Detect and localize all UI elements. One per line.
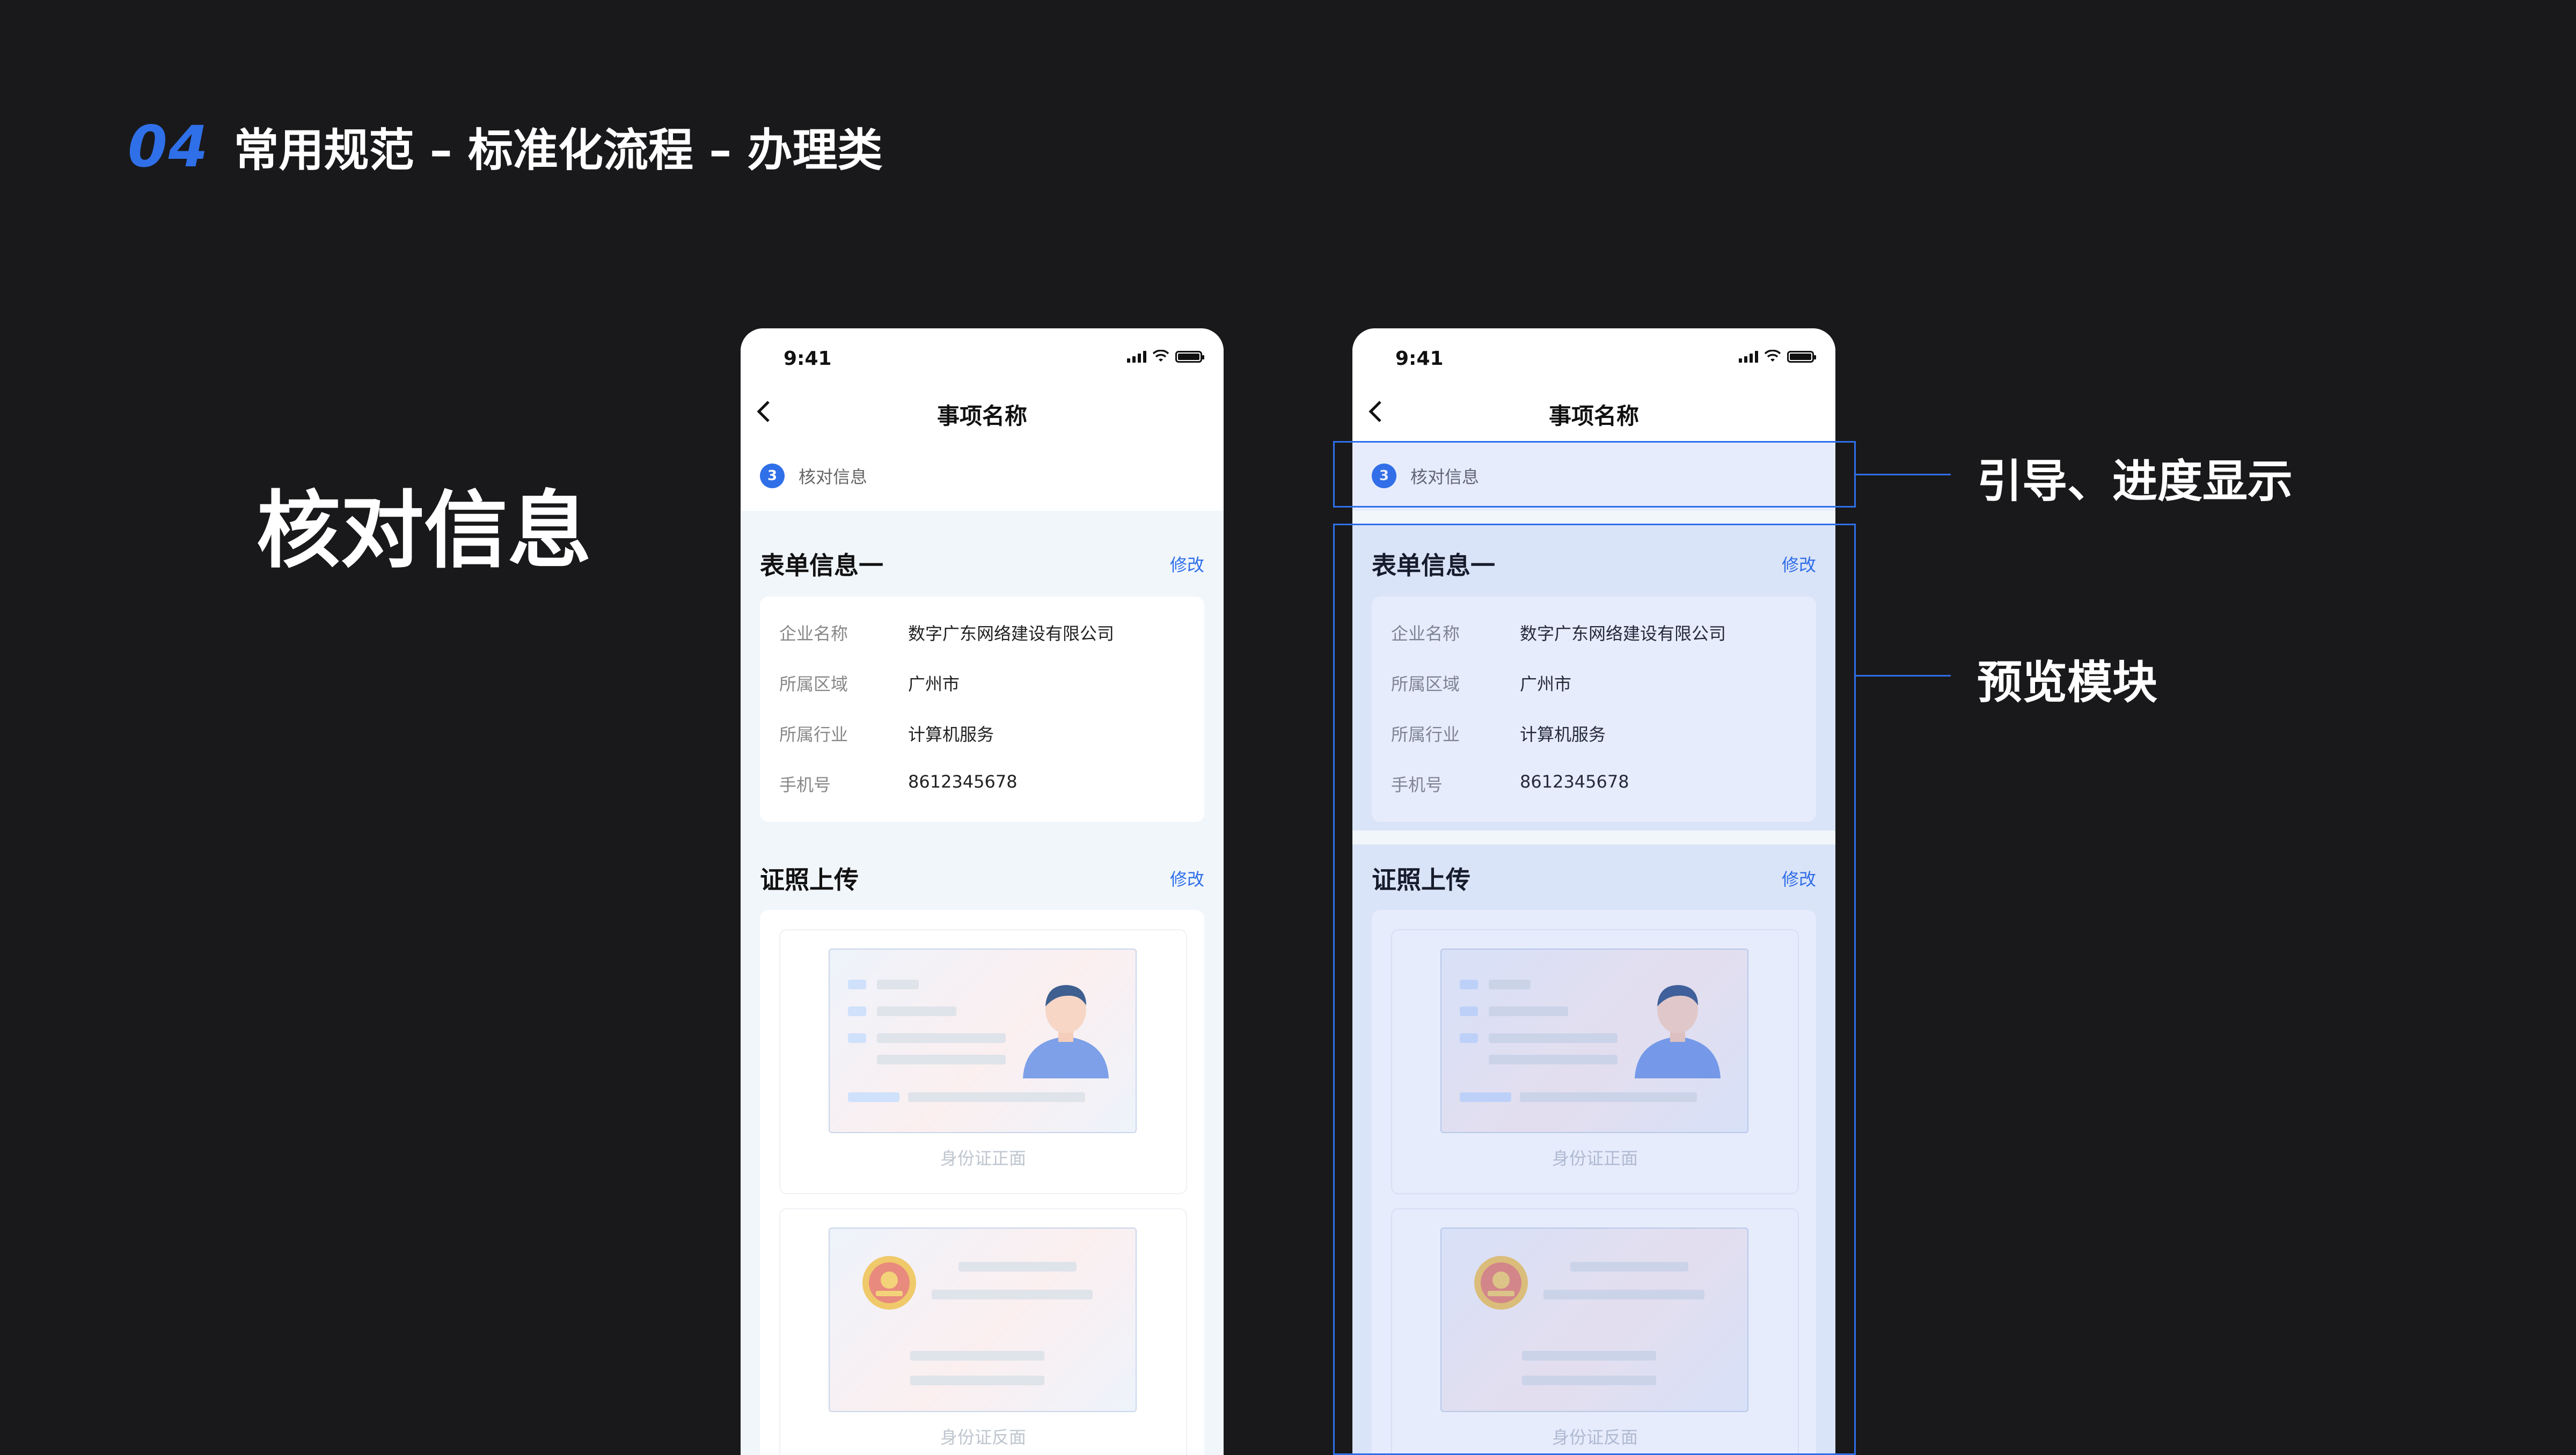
top-area: 9:41 事项名称 3 核对信息 [741,328,1224,511]
info-row-industry: 所属行业 计算机服务 [779,721,994,746]
info-row-company: 企业名称 数字广东网络建设有限公司 [779,620,1114,645]
info-label: 所属行业 [779,724,848,745]
info-value: 数字广东网络建设有限公司 [908,623,1115,644]
guide-annotation-line [1854,474,1951,475]
info-row-phone: 手机号 8612345678 [779,771,1018,796]
slide-header: 04 常用规范 – 标准化流程 – 办理类 [128,114,883,180]
info-row-region: 所属区域 广州市 [779,671,960,695]
form-section-title: 表单信息一 [760,551,883,580]
status-icons [1127,350,1204,363]
id-back-image [829,1228,1137,1412]
form-info-card: 企业名称 数字广东网络建设有限公司 所属区域 广州市 所属行业 计算机服务 手机号 86… [760,597,1204,822]
info-label: 手机号 [779,775,831,795]
info-value: 广州市 [908,674,960,694]
info-label: 企业名称 [779,623,848,644]
wifi-icon [1153,350,1169,362]
step-number-badge: 3 [760,464,785,488]
phone-mockup-plain: 9:41 事项名称 3 核对信息 表单信息一 修改 企业名称 数字广东网络建设有限… [741,328,1224,1455]
info-value: 计算机服务 [908,724,994,745]
guide-annotation-box [1333,441,1856,508]
status-time: 9:41 [784,348,832,370]
battery-icon [1787,351,1816,363]
upload-section-head: 证照上传 修改 [760,861,1204,896]
section-title: 核对信息 [257,482,591,579]
id-front-caption: 身份证正面 [940,1148,1026,1169]
form-edit-link[interactable]: 修改 [1170,552,1204,576]
nav-title: 事项名称 [1548,403,1639,429]
upload-section-title: 证照上传 [760,865,859,894]
portrait-icon [1023,985,1109,1078]
preview-annotation-box [1333,524,1856,1455]
step-label: 核对信息 [799,467,868,487]
id-front-slot[interactable]: 身份证正面 [779,929,1187,1194]
upload-edit-link[interactable]: 修改 [1170,866,1204,891]
step-indicator: 3 核对信息 [760,464,867,488]
slide-title: 常用规范 – 标准化流程 – 办理类 [233,124,883,177]
status-icons [1739,350,1816,363]
upload-card: 身份证正面 身份证反面 [760,910,1204,1455]
national-emblem-icon [862,1256,916,1310]
info-label: 所属区域 [779,674,848,694]
preview-annotation-label: 预览模块 [1977,656,2158,709]
signal-icon [1127,350,1146,363]
battery-icon [1175,351,1204,363]
status-time: 9:41 [1395,348,1444,370]
id-back-caption: 身份证反面 [940,1427,1026,1447]
slide-number: 04 [128,114,209,180]
guide-annotation-label: 引导、进度显示 [1977,455,2293,508]
signal-icon [1739,350,1758,363]
id-back-slot[interactable]: 身份证反面 [779,1208,1187,1455]
wifi-icon [1765,350,1781,362]
id-front-image [829,949,1137,1133]
nav-title: 事项名称 [936,403,1027,429]
preview-annotation-line [1854,675,1951,677]
form-section-head: 表单信息一 修改 [760,546,1204,582]
info-value: 8612345678 [908,771,1018,792]
